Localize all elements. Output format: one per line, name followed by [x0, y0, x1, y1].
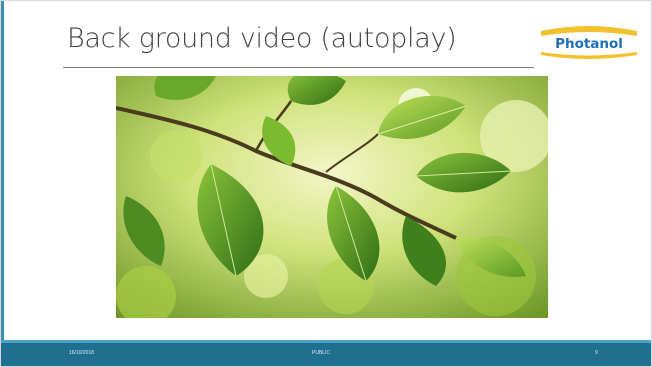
- logo-text: Photanol: [555, 36, 623, 52]
- slide-title: Back ground video (autoplay): [67, 23, 457, 54]
- slide: Back ground video (autoplay) Photanol 16…: [0, 0, 652, 367]
- left-accent-rule: [1, 1, 4, 366]
- slide-footer: 16/10/2018 PUBLIC 9: [1, 340, 651, 366]
- title-underline: [63, 67, 534, 68]
- background-video[interactable]: [116, 76, 548, 318]
- footer-classification: PUBLIC: [312, 350, 331, 356]
- footer-page-number: 9: [595, 350, 598, 356]
- footer-date: 16/10/2018: [69, 350, 95, 356]
- photanol-logo: Photanol: [537, 25, 641, 61]
